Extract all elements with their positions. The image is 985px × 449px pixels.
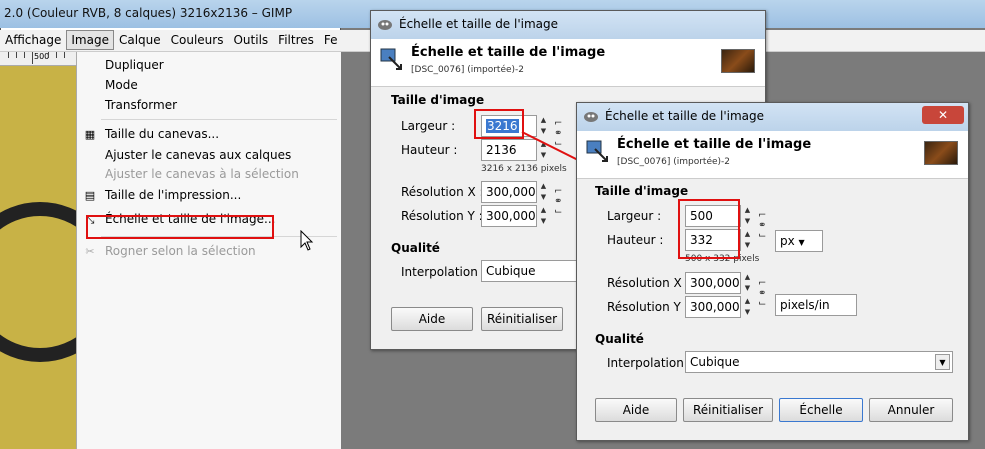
image-canvas[interactable] (0, 52, 76, 449)
image-thumbnail (924, 141, 958, 165)
highlight-width-original (474, 109, 524, 139)
menu-item-mode[interactable]: Mode (77, 76, 341, 96)
dialog1-interp-label: Interpolation : (401, 265, 486, 279)
close-button[interactable]: ✕ (922, 106, 964, 124)
mouse-cursor-icon (300, 230, 314, 251)
menu-calque[interactable]: Calque (114, 30, 166, 50)
chevron-down-icon: ▼ (935, 354, 950, 370)
gimp-wilber-icon (378, 20, 392, 30)
menu-image[interactable]: Image (66, 30, 114, 50)
dialog1-section-size: Taille d'image (391, 93, 485, 107)
dialog2-height-spinner[interactable]: ▲ ▼ (742, 229, 753, 251)
dialog1-resx-label: Résolution X : (401, 185, 484, 199)
menu-item-taille-impression[interactable]: ▤ Taille de l'impression... (77, 186, 341, 206)
menu-couleurs[interactable]: Couleurs (166, 30, 229, 50)
print-size-icon: ▤ (84, 189, 96, 202)
dialog2-height-label: Hauteur : (607, 233, 664, 247)
menu-item-transformer[interactable]: Transformer (77, 96, 341, 116)
dialog2-resx-input[interactable]: 300,000 (685, 272, 741, 294)
menu-fenetres[interactable]: Fe (319, 30, 343, 50)
dialog2-section-quality: Qualité (595, 332, 644, 346)
menu-affichage[interactable]: Affichage (0, 30, 66, 50)
dialog2-header-title: Échelle et taille de l'image (617, 137, 812, 152)
dialog1-help-button[interactable]: Aide (391, 307, 473, 331)
gimp-window-title: 2.0 (Couleur RVB, 8 calques) 3216x2136 –… (4, 6, 293, 20)
menu-outils[interactable]: Outils (228, 30, 273, 50)
gimp-menu-bar: Affichage Image Calque Couleurs Outils Filtre… (0, 30, 985, 52)
dialog2-title-bar: Échelle et taille de l'image ✕ (577, 103, 968, 131)
menu-item-ajuster-selection: Ajuster le canevas à la sélection (105, 167, 299, 181)
menu-item-taille-canevas[interactable]: ▦ Taille du canevas... (77, 125, 341, 145)
scale-image-icon (586, 140, 608, 162)
dialog1-reset-button[interactable]: Réinitialiser (481, 307, 563, 331)
dialog1-window-title: Échelle et taille de l'image (399, 17, 559, 31)
dialog2-cancel-button[interactable]: Annuler (869, 398, 953, 422)
dialog2-unit-select[interactable]: px ▼ (775, 230, 823, 252)
dialog1-height-label: Hauteur : (401, 143, 458, 157)
dialog2-interp-label: Interpolation : (607, 356, 692, 370)
crop-icon: ✂ (85, 245, 95, 258)
canvas-size-icon: ▦ (84, 128, 96, 141)
dialog2-resy-input[interactable]: 300,000 (685, 296, 741, 318)
menu-separator (101, 119, 337, 120)
dialog2-width-spinner[interactable]: ▲ ▼ (742, 205, 753, 227)
dialog2-section-size: Taille d'image (595, 184, 689, 198)
dialog2-resy-spinner[interactable]: ▲ ▼ (742, 296, 753, 318)
dialog2-width-label: Largeur : (607, 209, 662, 223)
dialog2-res-unit-select[interactable]: pixels/in (775, 294, 857, 316)
dialog2-resx-label: Résolution X : (607, 276, 690, 290)
dialog2-window-title: Échelle et taille de l'image (605, 109, 765, 123)
dialog2-resx-spinner[interactable]: ▲ ▼ (742, 272, 753, 294)
chain-link-icon[interactable]: ⌐ ⚭ ⌙ (758, 211, 768, 241)
menu-filtres[interactable]: Filtres (273, 30, 319, 50)
dialog2-interpolation-select[interactable]: Cubique ▼ (685, 351, 953, 373)
dialog2-header: Échelle et taille de l'image [DSC_0076] … (577, 131, 968, 179)
ruler-label: 500 (34, 52, 50, 61)
dialog1-header-subtitle: [DSC_0076] (importée)-2 (411, 65, 525, 75)
dialog2-reset-button[interactable]: Réinitialiser (683, 398, 773, 422)
dialog2-resy-label: Résolution Y : (607, 300, 689, 314)
dialog1-header: Échelle et taille de l'image [DSC_0076] … (371, 39, 765, 87)
highlight-new-size (678, 199, 740, 259)
dialog1-resy-label: Résolution Y : (401, 209, 483, 223)
gimp-wilber-icon (584, 112, 598, 122)
horizontal-ruler[interactable]: 500 (0, 52, 76, 66)
dialog2-help-button[interactable]: Aide (595, 398, 677, 422)
highlight-echelle-menu-item (86, 215, 274, 239)
dialog1-header-title: Échelle et taille de l'image (411, 45, 606, 60)
dialog2-scale-button[interactable]: Échelle (779, 398, 863, 422)
dialog1-title-bar: Échelle et taille de l'image (371, 11, 765, 39)
canvas-dark-curve (0, 202, 76, 362)
image-thumbnail (721, 49, 755, 73)
menu-item-ajuster-calques[interactable]: Ajuster le canevas aux calques (77, 146, 341, 166)
dialog1-section-quality: Qualité (391, 241, 440, 255)
scale-dialog-new: Échelle et taille de l'image ✕ Échelle e… (576, 102, 969, 441)
gimp-title-bar: 2.0 (Couleur RVB, 8 calques) 3216x2136 –… (0, 0, 985, 28)
menu-item-dupliquer[interactable]: Dupliquer (77, 56, 341, 76)
chain-link-icon[interactable]: ⌐ ⚭ ⌙ (758, 279, 768, 309)
dialog2-header-subtitle: [DSC_0076] (importée)-2 (617, 157, 731, 167)
dialog1-width-label: Largeur : (401, 119, 456, 133)
scale-image-icon (380, 48, 402, 70)
